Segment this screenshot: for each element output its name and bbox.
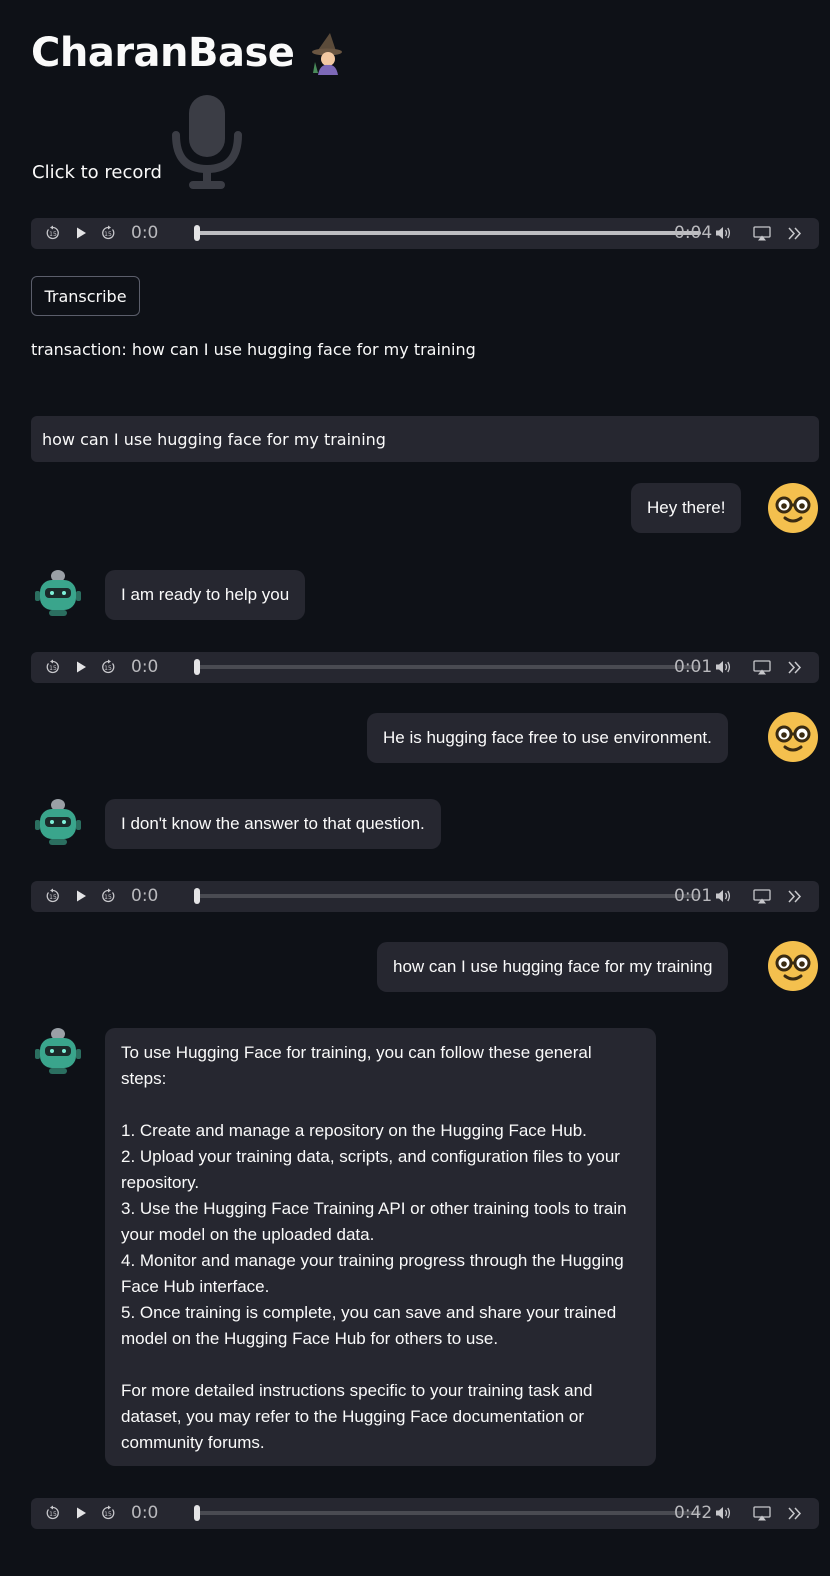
scrubber-handle[interactable] xyxy=(194,659,200,675)
user-message: Hey there! xyxy=(631,483,742,533)
assistant-message: I am ready to help you xyxy=(105,570,306,620)
scrubber-handle[interactable] xyxy=(194,1505,200,1521)
volume-icon[interactable] xyxy=(715,888,733,904)
airplay-icon[interactable] xyxy=(753,1506,771,1521)
duration: 0:42 xyxy=(674,1503,713,1523)
more-options-icon[interactable] xyxy=(787,660,803,675)
user-message: how can I use hugging face for my traini… xyxy=(377,942,729,992)
duration: 0:01 xyxy=(674,657,713,677)
play-icon[interactable] xyxy=(74,889,88,903)
svg-text:15: 15 xyxy=(104,231,112,238)
airplay-icon[interactable] xyxy=(753,889,771,904)
forward-15-icon[interactable]: 15 xyxy=(100,888,116,904)
user-avatar-icon xyxy=(767,482,819,534)
page-title: CharanBase xyxy=(31,30,350,76)
play-icon[interactable] xyxy=(74,660,88,674)
svg-text:15: 15 xyxy=(104,1511,112,1518)
more-options-icon[interactable] xyxy=(787,889,803,904)
forward-15-icon[interactable]: 15 xyxy=(100,659,116,675)
assistant-message: I don't know the answer to that question… xyxy=(105,799,441,849)
user-avatar-icon xyxy=(767,940,819,992)
audio-player[interactable]: 15 15 0:0 0:42 xyxy=(31,1498,819,1529)
wizard-emoji-icon xyxy=(312,33,343,75)
bot-avatar-icon xyxy=(32,796,84,848)
duration: 0:01 xyxy=(674,886,713,906)
chat-input[interactable] xyxy=(31,416,819,462)
current-time: 0:0 xyxy=(131,886,159,906)
forward-15-icon[interactable]: 15 xyxy=(100,1505,116,1521)
play-icon[interactable] xyxy=(74,226,88,240)
user-message: He is hugging face free to use environme… xyxy=(367,713,728,763)
microphone-icon[interactable] xyxy=(172,95,242,191)
audio-player[interactable]: 15 15 0:0 0:04 xyxy=(31,218,819,249)
progress-track[interactable] xyxy=(195,1511,701,1515)
rewind-15-icon[interactable]: 15 xyxy=(45,888,61,904)
transcribe-button[interactable]: Transcribe xyxy=(31,276,140,316)
more-options-icon[interactable] xyxy=(787,226,803,241)
more-options-icon[interactable] xyxy=(787,1506,803,1521)
rewind-15-icon[interactable]: 15 xyxy=(45,225,61,241)
forward-15-icon[interactable]: 15 xyxy=(100,225,116,241)
scrubber-handle[interactable] xyxy=(194,225,200,241)
current-time: 0:0 xyxy=(131,657,159,677)
airplay-icon[interactable] xyxy=(753,226,771,241)
audio-player[interactable]: 15 15 0:0 0:01 xyxy=(31,652,819,683)
user-avatar-icon xyxy=(767,711,819,763)
airplay-icon[interactable] xyxy=(753,660,771,675)
svg-text:15: 15 xyxy=(104,894,112,901)
bot-avatar-icon xyxy=(32,567,84,619)
svg-text:15: 15 xyxy=(49,894,57,901)
assistant-message: To use Hugging Face for training, you ca… xyxy=(105,1028,656,1466)
record-label: Click to record xyxy=(32,162,162,183)
volume-icon[interactable] xyxy=(715,225,733,241)
scrubber-handle[interactable] xyxy=(194,888,200,904)
progress-track[interactable] xyxy=(195,231,701,235)
volume-icon[interactable] xyxy=(715,1505,733,1521)
volume-icon[interactable] xyxy=(715,659,733,675)
duration: 0:04 xyxy=(674,223,713,243)
audio-player[interactable]: 15 15 0:0 0:01 xyxy=(31,881,819,912)
svg-text:15: 15 xyxy=(49,1511,57,1518)
progress-track[interactable] xyxy=(195,665,701,669)
current-time: 0:0 xyxy=(131,1503,159,1523)
current-time: 0:0 xyxy=(131,223,159,243)
app-title: CharanBase xyxy=(31,30,295,76)
svg-text:15: 15 xyxy=(49,231,57,238)
rewind-15-icon[interactable]: 15 xyxy=(45,659,61,675)
play-icon[interactable] xyxy=(74,1506,88,1520)
svg-text:15: 15 xyxy=(49,665,57,672)
bot-avatar-icon xyxy=(32,1025,84,1077)
rewind-15-icon[interactable]: 15 xyxy=(45,1505,61,1521)
svg-text:15: 15 xyxy=(104,665,112,672)
progress-track[interactable] xyxy=(195,894,701,898)
transcription-text: transaction: how can I use hugging face … xyxy=(31,340,476,359)
